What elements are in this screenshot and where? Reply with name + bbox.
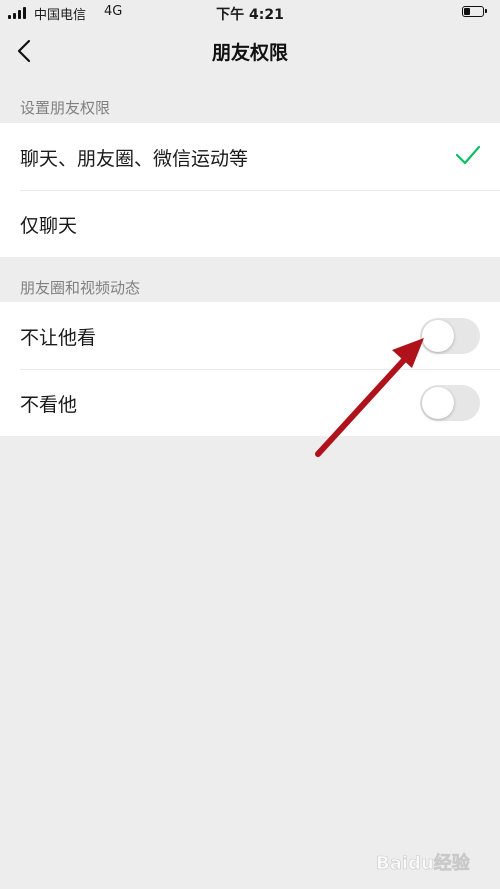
baidu-jingyan-watermark: Baidu经验 (376, 852, 471, 875)
section-header-moments: 朋友圈和视频动态 (20, 279, 141, 297)
toggle-row-hide-my-posts: 不让他看 (0, 302, 500, 369)
toggle-label: 不让他看 (20, 327, 97, 349)
checkmark-icon (454, 143, 482, 167)
page-title: 朋友权限 (211, 42, 288, 64)
status-bar: 中国电信 4G 下午 4:21 (0, 0, 500, 24)
moments-group: 不让他看 不看他 (0, 302, 500, 436)
status-time: 下午 4:21 (216, 7, 284, 23)
switch-knob (422, 387, 454, 419)
battery-icon (462, 6, 487, 17)
hide-their-posts-switch[interactable] (420, 385, 480, 421)
section-header-permissions: 设置朋友权限 (20, 99, 111, 117)
option-label: 仅聊天 (20, 215, 78, 237)
switch-knob (422, 320, 454, 352)
svg-text:Baidu经验: Baidu经验 (376, 852, 471, 874)
navigation-bar: 朋友权限 (0, 24, 500, 78)
permissions-group: 聊天、朋友圈、微信运动等 仅聊天 (0, 123, 500, 257)
option-chat-only[interactable]: 仅聊天 (0, 190, 500, 257)
toggle-label: 不看他 (20, 394, 78, 416)
option-label: 聊天、朋友圈、微信运动等 (20, 148, 249, 170)
toggle-row-hide-their-posts: 不看他 (0, 369, 500, 436)
option-chat-moments-werun[interactable]: 聊天、朋友圈、微信运动等 (0, 123, 500, 190)
battery-level (464, 8, 470, 15)
hide-my-posts-switch[interactable] (420, 318, 480, 354)
